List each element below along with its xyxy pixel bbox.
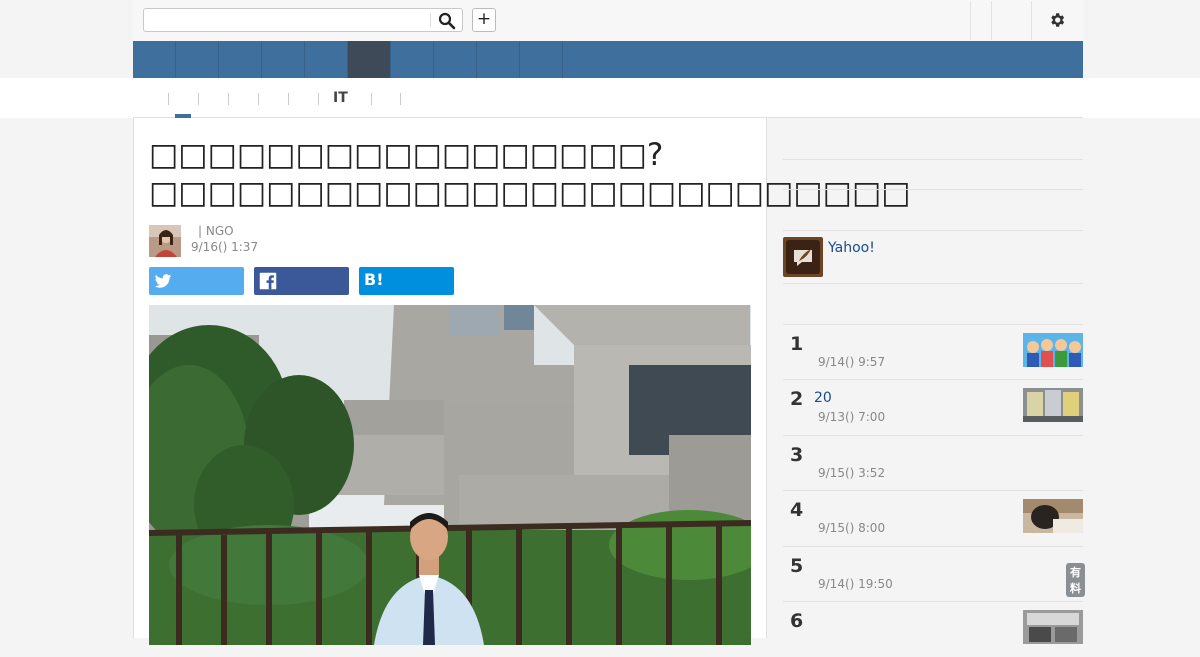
search-input[interactable] [148, 9, 434, 33]
sub-nav: IT [133, 78, 1083, 118]
nav-item[interactable] [262, 41, 305, 78]
search-divider [430, 13, 431, 27]
subnav-divider [371, 93, 372, 105]
rank-thumbnail[interactable] [1023, 499, 1083, 533]
topbar-divider [1031, 1, 1032, 40]
paid-badge: 有料 [1066, 563, 1085, 597]
ranking-item[interactable]: 1 9/14() 9:57 [783, 325, 1083, 380]
article: □□□□□□□□□□□□□□□□□? □□□□□□□□□□□□□□□□□□□□□… [133, 118, 911, 645]
nav-item[interactable] [305, 41, 348, 78]
article-photo[interactable] [149, 305, 751, 645]
yahoo-news-icon[interactable] [783, 237, 823, 277]
subnav-divider [168, 93, 169, 105]
topbar-divider [970, 1, 971, 40]
nav-item[interactable] [176, 41, 219, 78]
topbar-divider [991, 1, 992, 40]
search-icon[interactable] [438, 12, 456, 30]
category-nav [133, 41, 1083, 78]
publish-date: 9/16() 1:37 [191, 240, 259, 254]
ranking-item[interactable]: 5 9/14() 19:50 有料 [783, 547, 1085, 602]
ranking-item[interactable]: 3 9/15() 3:52 [783, 436, 1083, 491]
rank-number: 4 [790, 499, 804, 521]
nav-item[interactable] [391, 41, 434, 78]
hatena-icon: B! [364, 270, 384, 289]
subnav-divider [288, 93, 289, 105]
twitter-icon [154, 274, 172, 288]
twitter-share-button[interactable] [149, 267, 244, 295]
sidebar-divider [783, 189, 1083, 190]
facebook-share-button[interactable] [254, 267, 349, 295]
article-title: □□□□□□□□□□□□□□□□□? □□□□□□□□□□□□□□□□□□□□□… [149, 137, 911, 211]
nav-item[interactable] [434, 41, 477, 78]
rank-number: 6 [790, 610, 804, 632]
hatena-bookmark-button[interactable]: B! [359, 267, 454, 295]
sidebar-divider [783, 283, 1083, 284]
rank-date: 9/15() 8:00 [818, 521, 886, 535]
nav-item-active[interactable] [348, 41, 391, 78]
author-avatar[interactable] [149, 225, 181, 257]
rank-thumbnail[interactable] [1023, 333, 1083, 367]
subnav-divider [400, 93, 401, 105]
author-name[interactable]: | NGO [198, 224, 234, 238]
search-box [143, 8, 463, 33]
rank-number: 1 [790, 333, 804, 355]
add-button[interactable]: + [472, 8, 496, 32]
subnav-divider [318, 93, 319, 105]
yahoo-creators-link[interactable]: Yahoo! [828, 240, 875, 256]
sidebar-divider [783, 159, 1083, 160]
rank-date: 9/15() 3:52 [818, 466, 886, 480]
sidebar-divider [783, 230, 1083, 231]
rank-date: 9/13() 7:00 [818, 410, 886, 424]
nav-item[interactable] [133, 41, 176, 78]
top-bar: + [133, 0, 1083, 42]
rank-title[interactable]: 20 [814, 390, 832, 406]
rank-number: 5 [790, 555, 804, 577]
ranking-item[interactable]: 4 9/15() 8:00 [783, 491, 1083, 546]
sidebar: Yahoo! 1 9/14() 9:57 2 20 9/13() 7:00 3 … [783, 118, 1085, 644]
gear-icon[interactable] [1048, 11, 1066, 29]
nav-item[interactable] [477, 41, 520, 78]
rank-date: 9/14() 9:57 [818, 355, 886, 369]
ranking-item[interactable]: 2 20 9/13() 7:00 [783, 380, 1083, 435]
rank-number: 2 [790, 388, 804, 410]
rank-date: 9/14() 19:50 [818, 577, 893, 591]
subnav-divider [228, 93, 229, 105]
rank-thumbnail[interactable] [1023, 388, 1083, 422]
facebook-icon [259, 272, 277, 290]
subnav-item-it[interactable]: IT [333, 90, 348, 106]
nav-item[interactable] [219, 41, 262, 78]
nav-item[interactable] [520, 41, 563, 78]
rank-number: 3 [790, 444, 804, 466]
subnav-divider [198, 93, 199, 105]
subnav-divider [258, 93, 259, 105]
rank-thumbnail[interactable] [1023, 610, 1083, 644]
